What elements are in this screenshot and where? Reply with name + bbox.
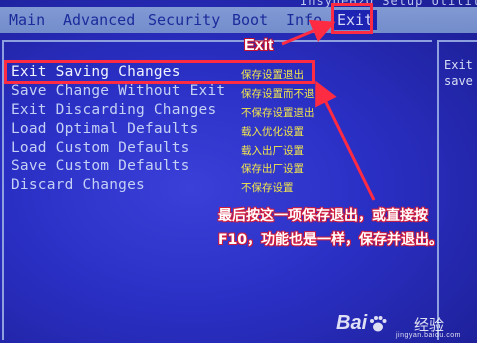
help-line-1: Exit	[444, 58, 473, 72]
option-save-change-without-exit[interactable]: Save Change Without Exit	[11, 82, 225, 100]
exit-callout-label: Exit	[244, 37, 274, 54]
watermark-url: jingyan.baidu.com	[396, 332, 461, 339]
cn-label-save-without-exit: 保存设置而不退出	[241, 88, 325, 100]
menu-bar: Main Advanced Security Boot Info Exit	[0, 7, 477, 33]
option-load-custom-defaults[interactable]: Load Custom Defaults	[11, 139, 190, 157]
paw-logo-icon	[370, 316, 387, 332]
option-exit-discarding-changes[interactable]: Exit Discarding Changes	[11, 101, 216, 119]
tab-advanced[interactable]: Advanced	[63, 10, 135, 30]
watermark-brand: Bai	[336, 312, 368, 334]
selected-option-highlight-box	[4, 60, 315, 84]
bios-screen: InsydeH2O Setup Utility Main Advanced Se…	[0, 0, 477, 343]
instruction-note: 最后按这一项保存退出，或直接按F10，功能也是一样，保存并退出。	[218, 208, 444, 248]
tab-boot[interactable]: Boot	[232, 10, 268, 30]
option-save-custom-defaults[interactable]: Save Custom Defaults	[11, 157, 190, 175]
option-load-optimal-defaults[interactable]: Load Optimal Defaults	[11, 120, 199, 138]
tab-main[interactable]: Main	[9, 10, 45, 30]
cn-label-discard: 不保存设置	[241, 182, 294, 194]
cn-label-save-custom: 保存出厂设置	[241, 163, 304, 175]
cn-label-load-optimal: 载入优化设置	[241, 126, 304, 138]
cn-label-exit-discarding: 不保存设置退出	[241, 107, 315, 119]
baidu-watermark: Bai 经验 jingyan.baidu.com	[336, 310, 476, 340]
option-discard-changes[interactable]: Discard Changes	[11, 176, 145, 194]
cn-label-load-custom: 载入出厂设置	[241, 145, 304, 157]
help-line-2: save	[444, 74, 473, 88]
exit-tab-highlight-box	[331, 3, 373, 34]
tab-info[interactable]: Info	[286, 10, 322, 30]
tab-security[interactable]: Security	[148, 10, 220, 30]
